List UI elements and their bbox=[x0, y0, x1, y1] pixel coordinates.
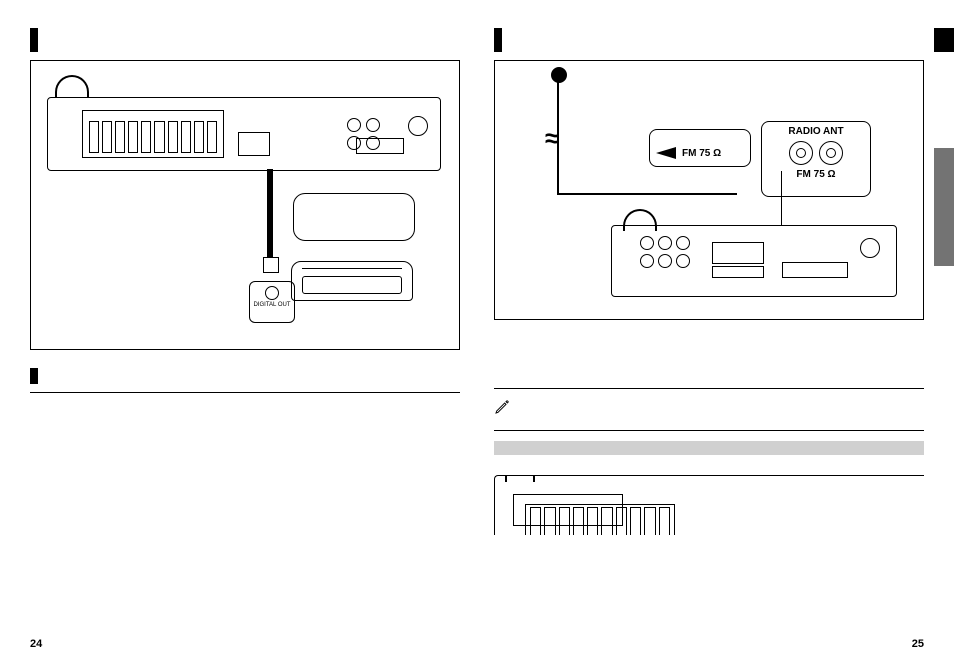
highlight-bar bbox=[494, 441, 924, 455]
section-marker bbox=[30, 368, 38, 384]
page-number-right: 25 bbox=[912, 638, 924, 650]
optical-cable bbox=[267, 169, 273, 259]
speaker-terminal-bank bbox=[82, 110, 224, 158]
antenna-wire-horizontal bbox=[557, 193, 737, 195]
antenna-port-pair bbox=[762, 141, 870, 165]
callout-balloon bbox=[293, 193, 415, 241]
callout-fm-plug: FM 75 Ω bbox=[649, 129, 751, 167]
figure-digital-connection: DIGITAL OUT bbox=[30, 60, 460, 350]
receiver-rear-panel bbox=[47, 97, 441, 171]
divider bbox=[30, 392, 460, 393]
set-top-box bbox=[291, 261, 413, 301]
coax-port-icon bbox=[819, 141, 843, 165]
optical-port-icon bbox=[265, 286, 279, 300]
power-cable-icon bbox=[55, 75, 89, 97]
antenna-coil-icon: ≈ bbox=[545, 123, 559, 154]
pencil-icon bbox=[494, 399, 510, 420]
hdmi-slot bbox=[782, 262, 848, 278]
speaker-terminal-bank bbox=[525, 504, 675, 535]
figure-rear-panel-crop bbox=[494, 475, 924, 535]
section-marker bbox=[30, 28, 38, 52]
figure-fm-antenna: ≈ FM 75 Ω RADIO ANT FM 75 Ω bbox=[494, 60, 924, 320]
note-block bbox=[494, 388, 924, 455]
page-edge-tab-top bbox=[934, 28, 954, 52]
spread: DIGITAL OUT ≈ FM 75 Ω RADIO ANT bbox=[0, 0, 954, 535]
divider bbox=[494, 388, 924, 389]
page-number-left: 24 bbox=[30, 638, 42, 650]
power-cable-icon bbox=[505, 475, 535, 482]
port-block bbox=[712, 266, 764, 278]
power-cable-icon bbox=[623, 209, 657, 231]
right-column: ≈ FM 75 Ω RADIO ANT FM 75 Ω bbox=[494, 28, 924, 535]
receiver-rear-panel bbox=[494, 475, 924, 535]
port-block bbox=[712, 242, 764, 264]
coax-port-icon bbox=[789, 141, 813, 165]
hdmi-slot bbox=[356, 138, 404, 154]
digital-out-callout: DIGITAL OUT bbox=[249, 281, 295, 323]
av-jacks bbox=[347, 118, 380, 132]
antenna-jack bbox=[408, 116, 428, 136]
receiver-rear-panel-partial bbox=[611, 225, 897, 297]
radio-ant-title: RADIO ANT bbox=[762, 126, 870, 137]
antenna-jack bbox=[860, 238, 880, 258]
divider bbox=[494, 430, 924, 431]
antenna-tip-icon bbox=[551, 67, 567, 83]
left-column: DIGITAL OUT bbox=[30, 28, 460, 535]
digital-out-label: DIGITAL OUT bbox=[253, 302, 290, 308]
optical-plug bbox=[263, 257, 279, 273]
page-edge-tab-side bbox=[934, 148, 954, 266]
plug-icon bbox=[656, 147, 676, 159]
section-marker bbox=[494, 28, 502, 52]
set-top-box-tray bbox=[302, 276, 402, 294]
fm-label: FM 75 Ω bbox=[682, 148, 721, 159]
aux-block bbox=[238, 132, 270, 156]
